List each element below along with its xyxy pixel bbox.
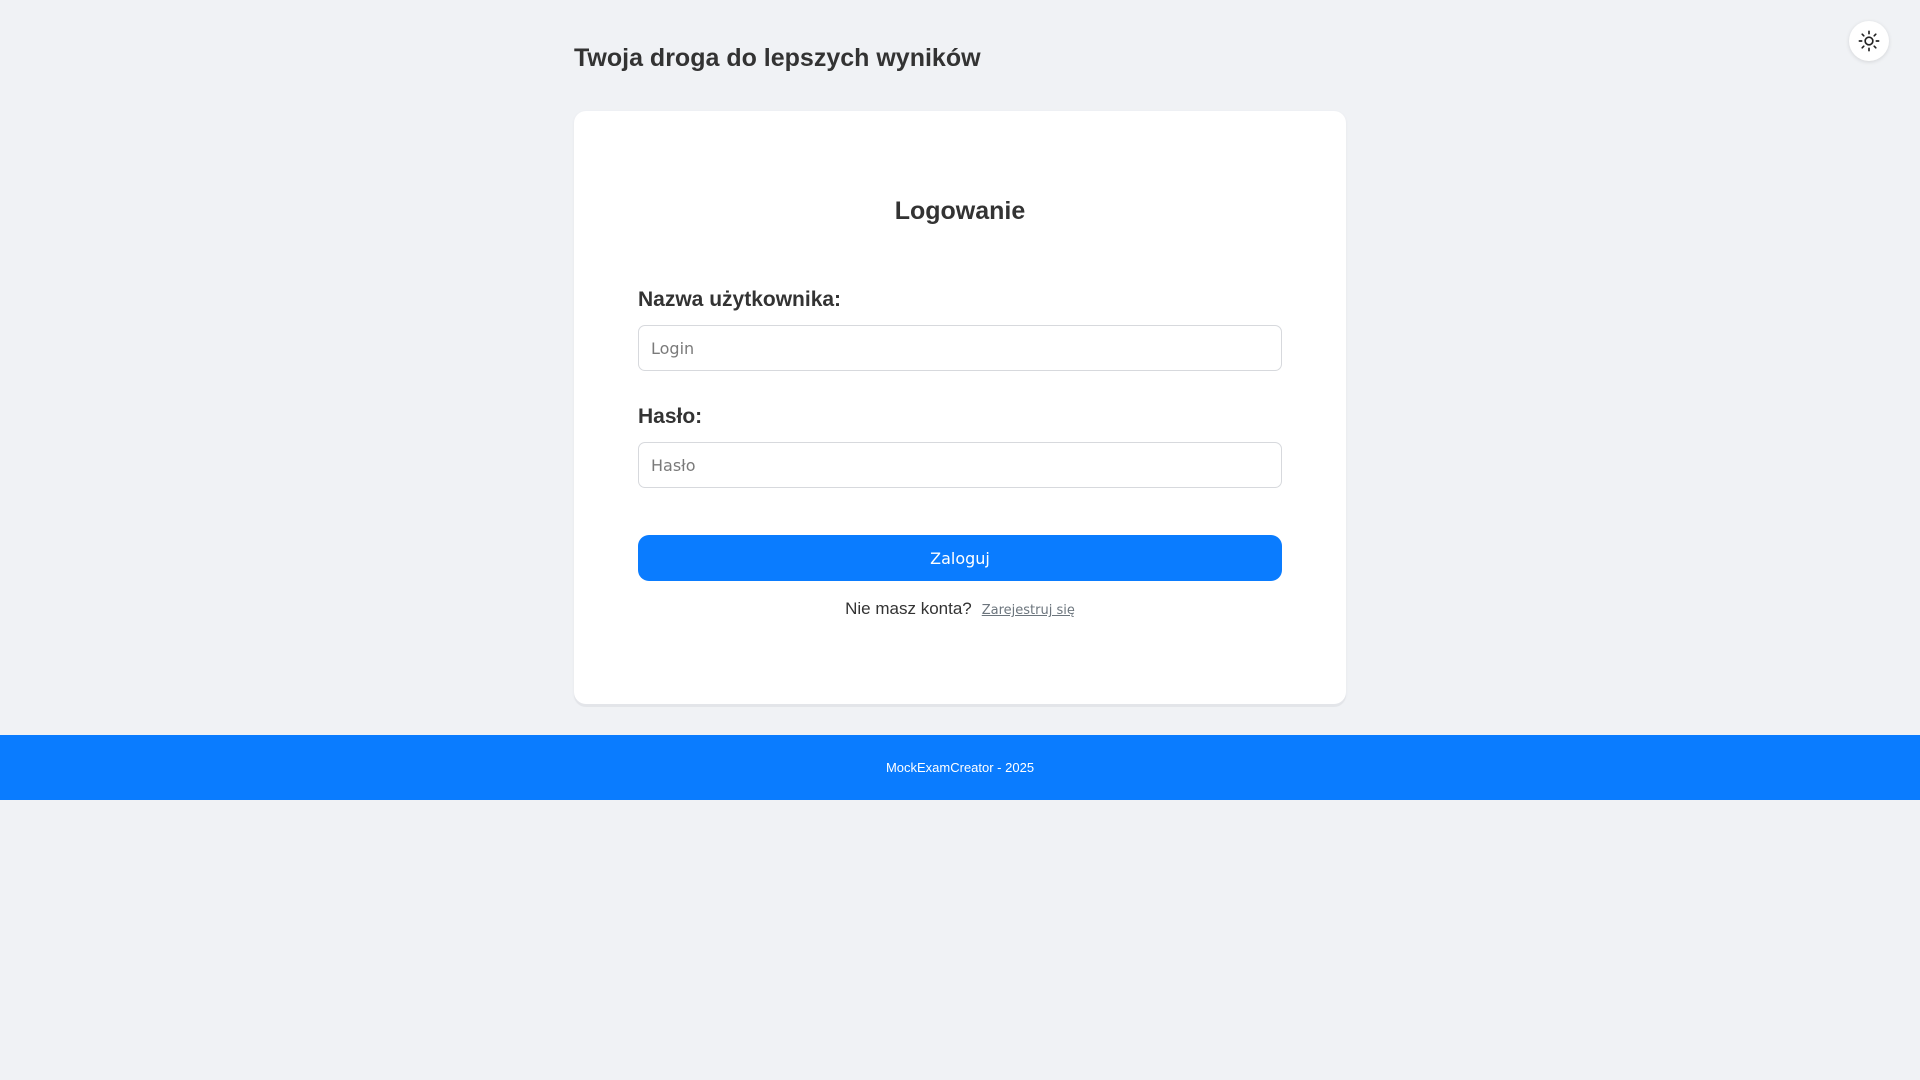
footer-text: MockExamCreator - 2025 xyxy=(885,760,1035,775)
site-title: Twoja droga do lepszych wyników xyxy=(574,44,981,72)
password-input[interactable] xyxy=(638,442,1282,488)
register-link[interactable]: Zarejestruj się xyxy=(982,603,1075,618)
login-title: Logowanie xyxy=(894,197,1026,225)
register-row: Nie masz konta? Zarejestruj się xyxy=(574,599,1346,619)
password-label: Hasło: xyxy=(638,405,703,428)
page: Twoja droga do lepszych wyników Logowani… xyxy=(0,0,1920,1080)
register-prompt: Nie masz konta? xyxy=(845,599,972,618)
username-label: Nazwa użytkownika: xyxy=(638,288,842,311)
login-card: Logowanie Nazwa użytkownika: Hasło: Zalo… xyxy=(574,111,1346,704)
username-input[interactable] xyxy=(638,325,1282,371)
footer: MockExamCreator - 2025 xyxy=(0,735,1920,800)
theme-toggle-button[interactable] xyxy=(1849,21,1889,61)
sun-icon xyxy=(1858,30,1880,52)
login-button[interactable]: Zaloguj xyxy=(638,535,1282,581)
